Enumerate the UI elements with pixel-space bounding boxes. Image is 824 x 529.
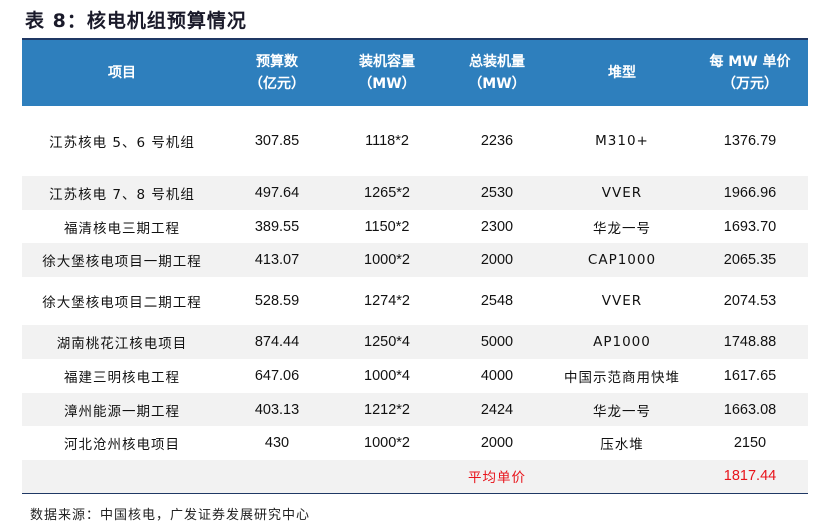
cell-budget: 497.64 [222,176,332,210]
cell-project: 湖南桃花江核电项目 [22,325,222,359]
cell-budget: 307.85 [254,133,300,149]
cell-reactor: 华龙一号 [593,220,651,237]
table-row: 江苏核电 7、8 号机组 497.64 1265*2 2530 VVER 1966.96 [22,176,808,210]
cell-budget: 528.59 [254,293,300,309]
col-header-budget: 预算数 （亿元） [222,40,332,106]
cell-capacity: 1274*2 [364,293,410,309]
cell-budget: 413.07 [222,243,332,277]
cell-project: 江苏核电 7、8 号机组 [22,176,222,210]
table-row: 徐大堡核电项目一期工程 413.07 1000*2 2000 CAP1000 2065.3… [22,243,808,277]
table-row: 河北沧州核电项目 430 1000*2 2000 压水堆 2150 [22,426,808,460]
cell-capacity: 1212*2 [332,393,442,426]
summary-empty-cell [332,460,442,494]
cell-total: 5000 [442,325,552,359]
cell-reactor: 压水堆 [600,437,644,453]
header-row: 项目 预算数 （亿元） 装机容量 （MW） 总装机量 （MW） 堆型 每 MW 单价（… [22,40,808,106]
cell-project: 漳州能源一期工程 [22,393,222,426]
cell-reactor: CAP1000 [552,243,692,277]
cell-capacity: 1250*4 [332,325,442,359]
table-title: 表 8：核电机组预算情况 [25,10,247,32]
col-header-unit-price: 每 MW 单价 （万元） [692,40,808,106]
table-row: 徐大堡核电项目二期工程 528.59 1274*2 2548 VVER 2074.53 [22,277,808,325]
cell-price: 1748.88 [692,325,808,359]
cell-price: 1663.08 [692,393,808,426]
summary-row: 平均单价 1817.44 [22,460,808,494]
cell-capacity: 1000*4 [364,368,410,384]
col-header-total-capacity: 总装机量 （MW） [442,40,552,106]
cell-total: 2548 [480,293,514,309]
cell-total: 2300 [480,218,514,235]
cell-budget: 874.44 [222,325,332,359]
cell-capacity: 1265*2 [332,176,442,210]
table-row: 江苏核电 5、6 号机组 307.85 1118*2 2236 M310+ 1376.79 [22,106,808,176]
cell-budget: 389.55 [254,218,300,235]
cell-capacity: 1000*2 [364,435,410,451]
cell-total: 2236 [480,133,514,149]
table-row: 福建三明核电工程 647.06 1000*4 4000 中国示范商用快堆 1617.65 [22,359,808,393]
cell-reactor: AP1000 [552,325,692,359]
cell-reactor: 华龙一号 [552,393,692,426]
cell-budget: 647.06 [254,368,300,384]
cell-total: 2000 [442,243,552,277]
budget-table: 项目 预算数 （亿元） 装机容量 （MW） 总装机量 （MW） 堆型 每 MW 单价（… [22,40,808,494]
cell-reactor: VVER [552,176,692,210]
cell-project: 福清核电三期工程 [64,220,180,237]
cell-total: 2530 [442,176,552,210]
table-row: 湖南桃花江核电项目 874.44 1250*4 5000 AP1000 1748.88 [22,325,808,359]
table-row: 福清核电三期工程 389.55 1150*2 2300 华龙一号 1693.70 [22,210,808,243]
cell-capacity: 1000*2 [332,243,442,277]
cell-reactor: M310+ [595,133,649,149]
cell-price: 1693.70 [723,218,777,235]
cell-total: 2424 [442,393,552,426]
cell-price: 1966.96 [692,176,808,210]
summary-label: 平均单价 [442,460,552,494]
cell-project: 徐大堡核电项目二期工程 [42,295,202,311]
summary-empty-cell [552,460,692,494]
cell-project: 福建三明核电工程 [64,370,180,386]
cell-reactor: 中国示范商用快堆 [564,370,680,386]
source-note: 数据来源：中国核电，广发证券发展研究中心 [30,508,311,523]
cell-budget: 403.13 [222,393,332,426]
cell-price: 1376.79 [723,133,777,149]
summary-value: 1817.44 [692,460,808,494]
cell-capacity: 1118*2 [365,133,409,149]
cell-reactor: VVER [601,293,643,309]
table-row: 漳州能源一期工程 403.13 1212*2 2424 华龙一号 1663.08 [22,393,808,426]
cell-total: 4000 [480,368,514,384]
cell-project: 江苏核电 5、6 号机组 [49,135,195,151]
cell-project: 徐大堡核电项目一期工程 [22,243,222,277]
cell-price: 2074.53 [723,293,777,309]
cell-price: 2150 [733,435,767,451]
cell-total: 2000 [480,435,514,451]
summary-empty-cell [22,460,222,494]
col-header-reactor: 堆型 [552,40,692,106]
cell-capacity: 1150*2 [364,218,410,235]
summary-empty-cell [222,460,332,494]
cell-price: 1617.65 [723,368,777,384]
cell-budget: 430 [264,435,290,451]
cell-price: 2065.35 [692,243,808,277]
col-header-project: 项目 [22,40,222,106]
cell-project: 河北沧州核电项目 [64,437,180,453]
col-header-capacity: 装机容量 （MW） [332,40,442,106]
